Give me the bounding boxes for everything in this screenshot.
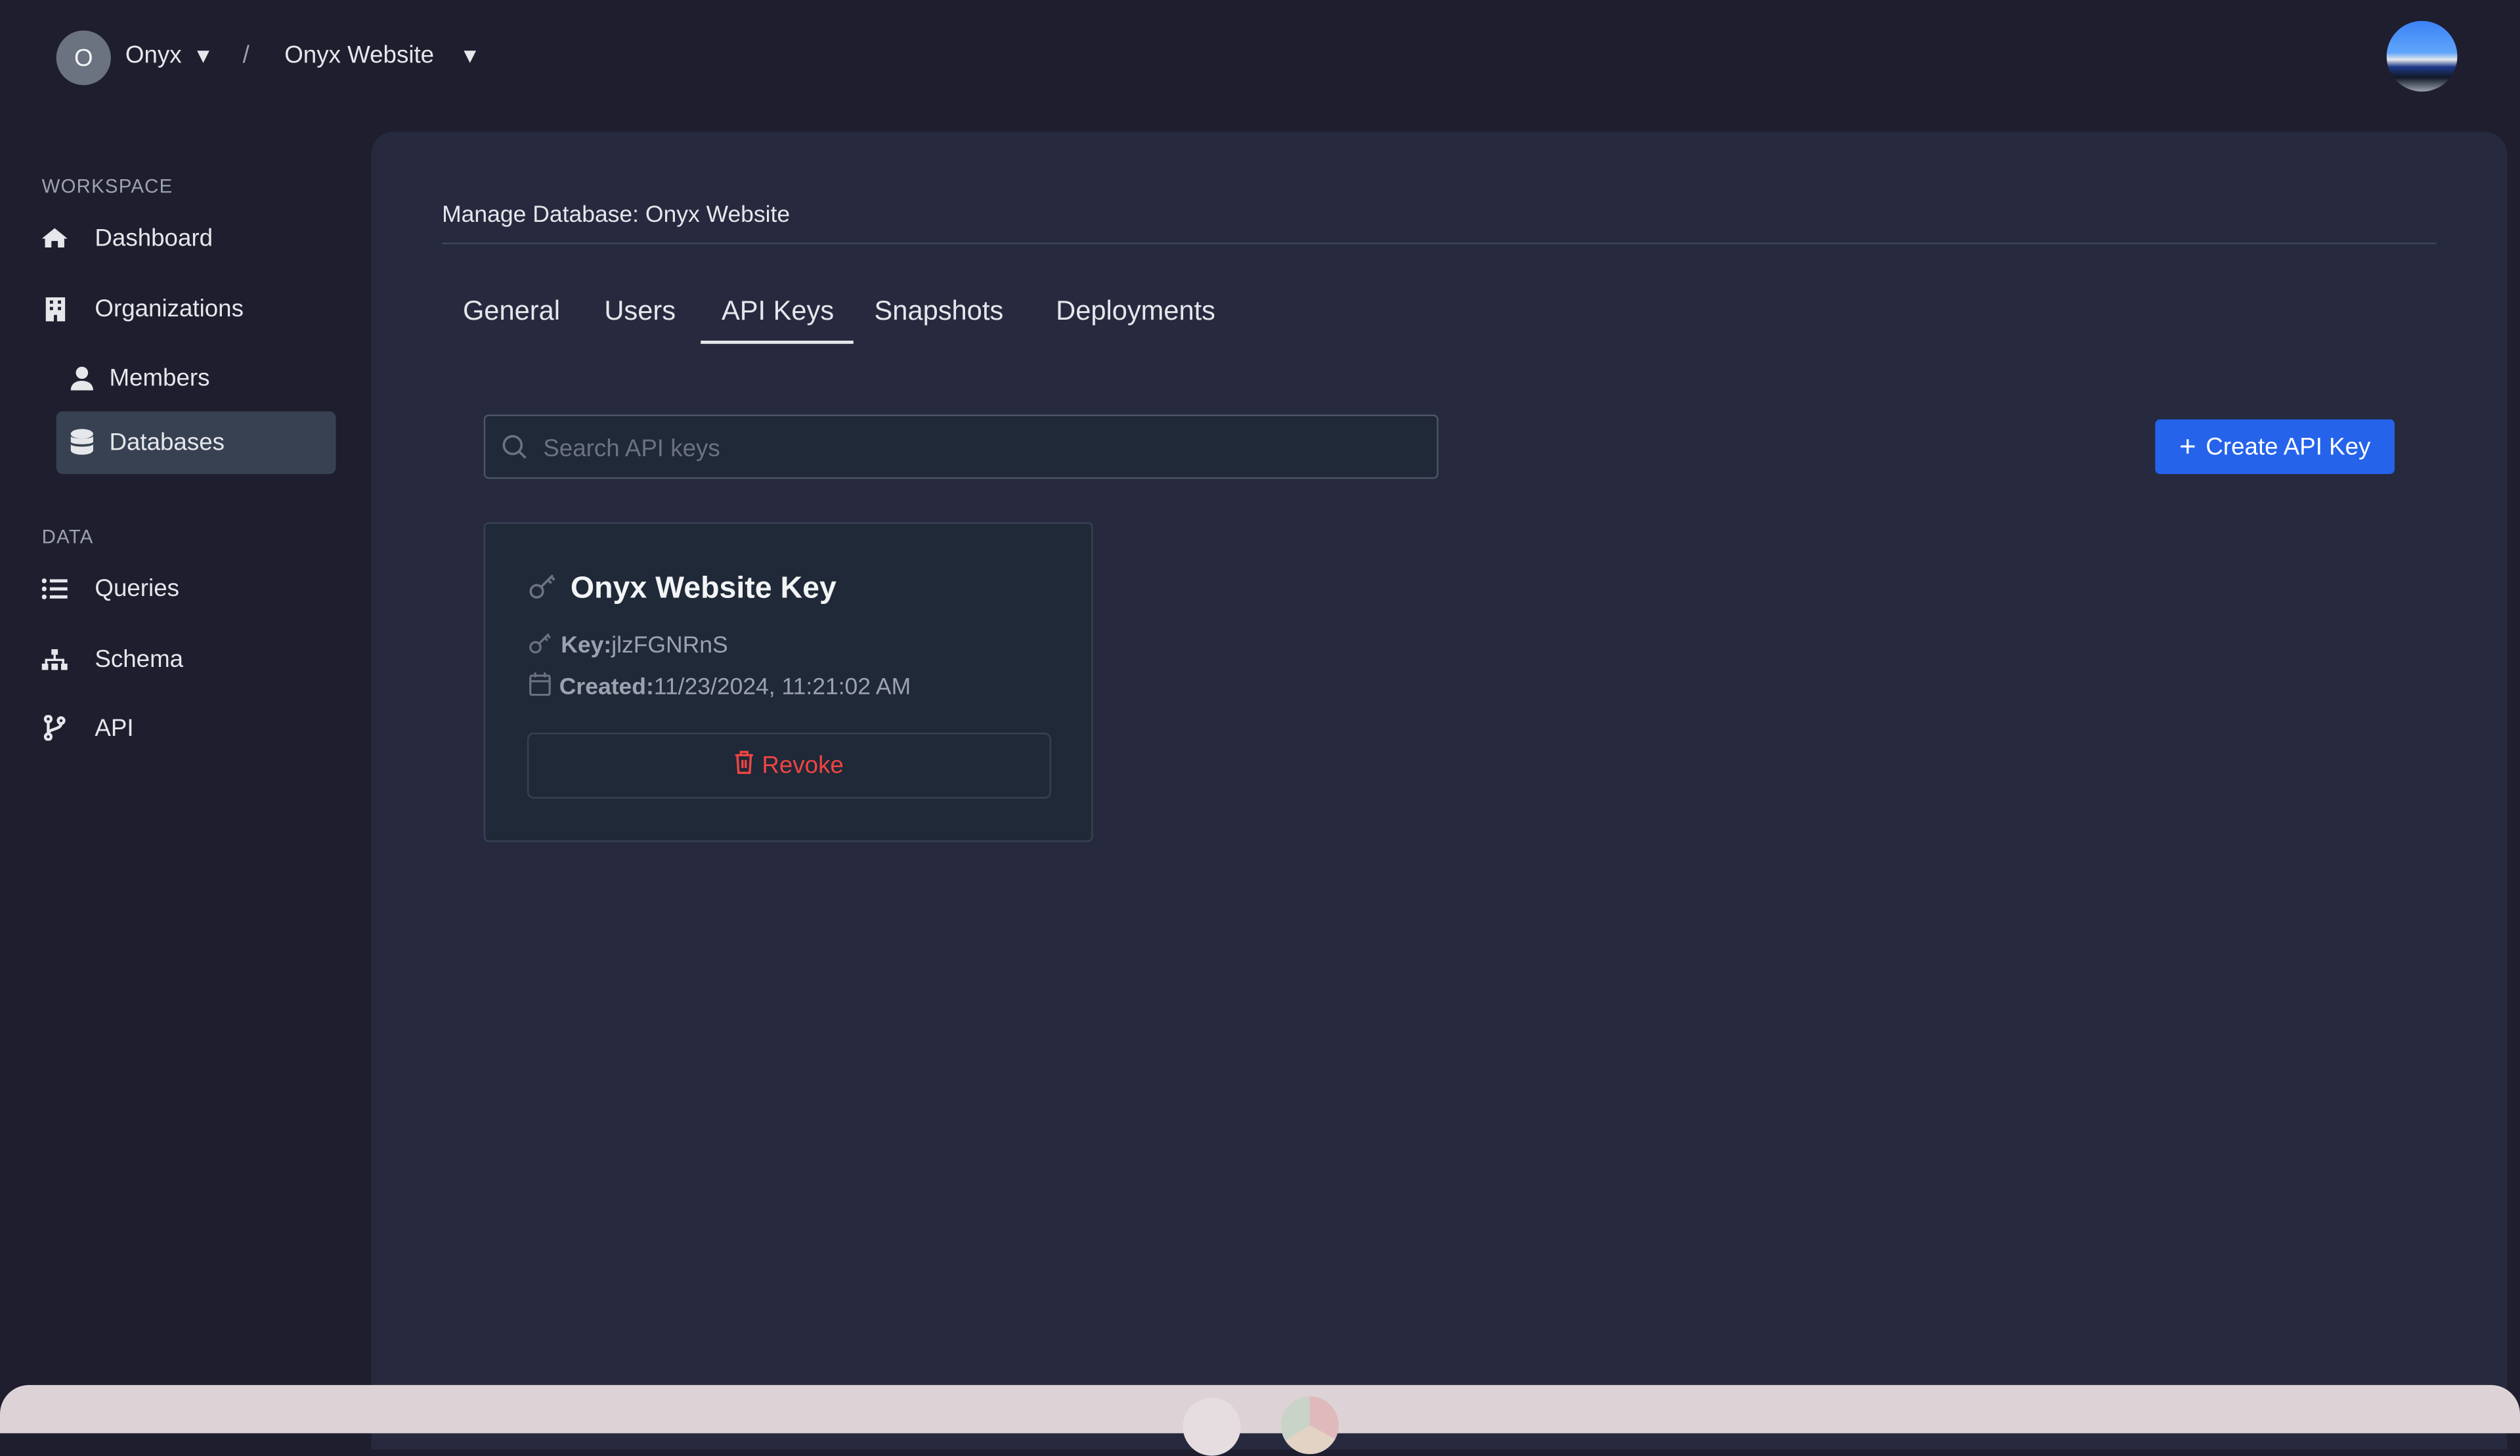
sidebar-item-label: Dashboard xyxy=(95,224,213,252)
database-switcher[interactable]: Onyx Website xyxy=(284,42,434,70)
home-icon xyxy=(41,225,68,251)
create-api-key-label: Create API Key xyxy=(2205,433,2371,461)
dock-app-icon[interactable] xyxy=(1183,1398,1241,1456)
database-caret-icon[interactable]: ▼ xyxy=(460,43,481,68)
create-api-key-button[interactable]: + Create API Key xyxy=(2155,419,2395,475)
sidebar-item-label: API xyxy=(95,714,134,742)
plus-icon: + xyxy=(2179,430,2196,463)
org-caret-icon[interactable]: ▼ xyxy=(193,43,214,68)
browser-icon[interactable] xyxy=(1280,1396,1339,1455)
list-icon xyxy=(41,575,68,601)
building-icon xyxy=(42,295,68,321)
key-label: Key: xyxy=(561,632,612,658)
search-icon xyxy=(502,434,527,467)
sidebar-item-queries[interactable]: Queries xyxy=(41,570,179,606)
sidebar-item-label: Databases xyxy=(109,428,225,456)
user-profile-avatar[interactable] xyxy=(2386,20,2458,92)
sidebar-item-api[interactable]: API xyxy=(42,710,134,746)
sidebar-section-data: DATA xyxy=(41,525,94,548)
org-switcher[interactable]: Onyx xyxy=(125,42,182,70)
calendar-icon xyxy=(529,672,551,702)
created-label: Created: xyxy=(559,674,654,700)
org-avatar[interactable]: O xyxy=(56,30,111,85)
sidebar-item-label: Organizations xyxy=(95,295,244,322)
sidebar-item-databases[interactable]: Databases xyxy=(69,424,225,460)
trash-icon xyxy=(735,750,754,781)
tab-general[interactable]: General xyxy=(463,295,560,328)
sidebar-section-workspace: WORKSPACE xyxy=(41,175,173,198)
key-icon xyxy=(529,570,557,609)
tab-snapshots[interactable]: Snapshots xyxy=(875,295,1004,328)
app-window: O Onyx ▼ / Onyx Website ▼ WORKSPACE Dash… xyxy=(0,0,2520,1456)
org-initial: O xyxy=(74,44,93,72)
code-branch-icon xyxy=(42,715,68,741)
api-key-value-row: Key:jlzFGNRnS xyxy=(529,630,728,660)
key-icon xyxy=(529,630,553,660)
tab-users[interactable]: Users xyxy=(604,295,676,328)
sidebar-item-label: Queries xyxy=(95,574,179,602)
key-value: jlzFGNRnS xyxy=(611,632,728,658)
taskbar-dock xyxy=(0,1384,2520,1456)
user-icon xyxy=(69,365,95,391)
sidebar-item-members[interactable]: Members xyxy=(69,360,209,395)
created-value: 11/23/2024, 11:21:02 AM xyxy=(653,674,911,700)
database-icon xyxy=(69,429,95,455)
api-key-created-row: Created:11/23/2024, 11:21:02 AM xyxy=(529,672,911,702)
api-key-name: Onyx Website Key xyxy=(570,572,836,606)
sitemap-icon xyxy=(41,646,68,672)
sidebar-item-label: Members xyxy=(109,364,210,392)
sidebar-item-organizations[interactable]: Organizations xyxy=(42,291,244,326)
revoke-label: Revoke xyxy=(762,752,844,780)
api-key-title-row: Onyx Website Key xyxy=(529,570,836,609)
search-input[interactable] xyxy=(540,416,1414,481)
sidebar-item-schema[interactable]: Schema xyxy=(41,641,184,677)
active-tab-indicator xyxy=(701,340,854,344)
tab-deployments[interactable]: Deployments xyxy=(1056,295,1215,328)
title-divider xyxy=(442,242,2437,245)
search-box[interactable] xyxy=(483,414,1439,481)
sidebar-item-dashboard[interactable]: Dashboard xyxy=(41,220,213,255)
page-title: Manage Database: Onyx Website xyxy=(442,202,791,228)
revoke-button[interactable]: Revoke xyxy=(527,733,1051,799)
sidebar-item-label: Schema xyxy=(95,645,184,673)
tab-api-keys[interactable]: API Keys xyxy=(722,295,834,328)
api-key-card: Onyx Website Key Key:jlzFGNRnS Created:1… xyxy=(483,522,1093,842)
breadcrumb-separator: / xyxy=(242,41,250,70)
